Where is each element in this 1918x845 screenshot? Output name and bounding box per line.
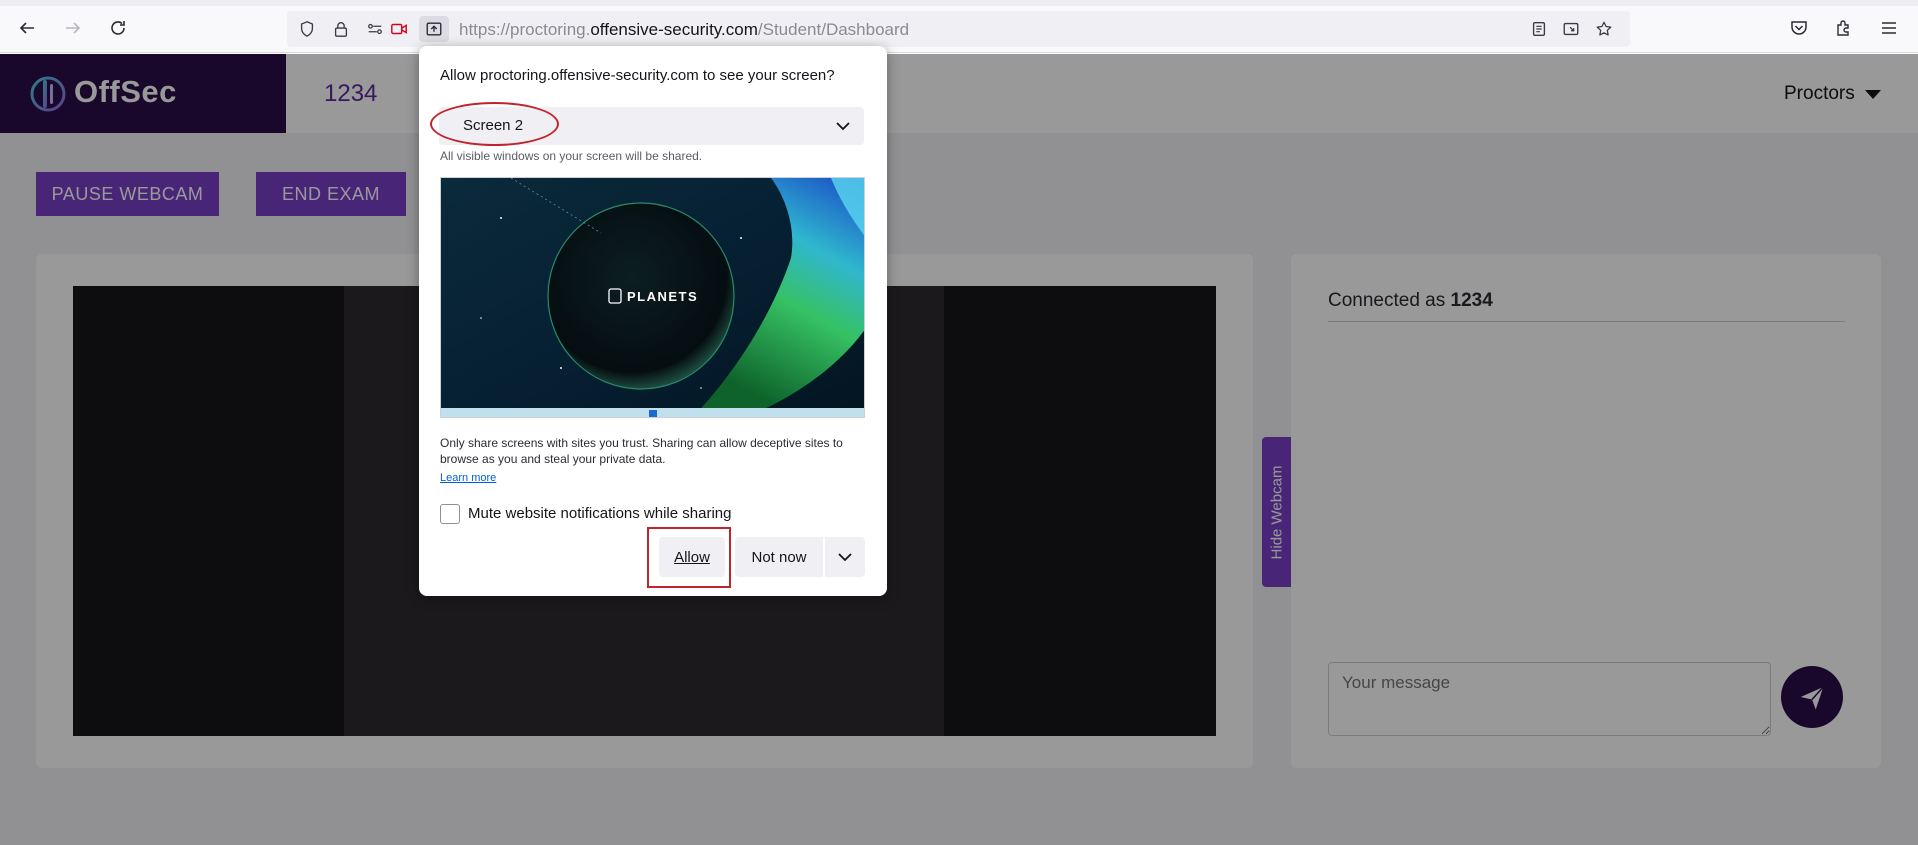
menu-icon[interactable] bbox=[1875, 14, 1903, 42]
chevron-down-icon bbox=[836, 122, 850, 131]
pocket-icon[interactable] bbox=[1785, 14, 1813, 42]
url-path: /Student/Dashboard bbox=[757, 20, 910, 39]
url-text[interactable]: https://proctoring.offensive-security.co… bbox=[459, 20, 909, 40]
warning-text: Only share screens with sites you trust.… bbox=[440, 436, 843, 466]
annotation-ellipse bbox=[430, 102, 559, 146]
reader-view-icon[interactable] bbox=[1529, 19, 1549, 39]
picture-in-picture-icon[interactable] bbox=[1561, 19, 1581, 39]
preview-brand: PLANETS bbox=[627, 289, 698, 304]
logo[interactable]: OffSec bbox=[0, 54, 286, 133]
logo-text: OffSec bbox=[74, 74, 177, 109]
send-icon bbox=[1800, 686, 1824, 710]
permissions-icon[interactable] bbox=[365, 19, 385, 39]
chevron-down-icon bbox=[838, 553, 852, 562]
connected-status: Connected as 1234 bbox=[1328, 290, 1493, 312]
tab-strip-edge bbox=[0, 0, 1918, 6]
forward-icon[interactable] bbox=[59, 14, 87, 42]
url-bar[interactable]: https://proctoring.offensive-security.co… bbox=[287, 11, 1630, 47]
more-options-button[interactable] bbox=[825, 537, 865, 577]
hide-webcam-tab[interactable]: Hide Webcam bbox=[1262, 437, 1292, 587]
camera-active-icon[interactable] bbox=[389, 19, 409, 39]
divider bbox=[1328, 321, 1845, 322]
browser-toolbar: https://proctoring.offensive-security.co… bbox=[0, 0, 1918, 53]
mute-notifications-checkbox[interactable] bbox=[440, 504, 460, 524]
planets-wallpaper-image: PLANETS bbox=[441, 178, 864, 417]
screen-share-dialog: Allow proctoring.offensive-security.com … bbox=[419, 46, 887, 596]
shield-icon[interactable] bbox=[297, 19, 317, 39]
hide-webcam-label: Hide Webcam bbox=[1268, 465, 1286, 559]
reload-icon[interactable] bbox=[104, 14, 132, 42]
end-exam-button[interactable]: END EXAM bbox=[256, 172, 406, 216]
bookmark-star-icon[interactable] bbox=[1594, 19, 1614, 39]
back-icon[interactable] bbox=[13, 14, 41, 42]
connected-prefix: Connected as bbox=[1328, 290, 1451, 311]
extensions-icon[interactable] bbox=[1830, 14, 1858, 42]
allow-button[interactable]: Allow bbox=[659, 537, 725, 577]
screen-preview: PLANETS bbox=[440, 177, 865, 418]
page: OffSec 1234 Proctors PAUSE WEBCAM END EX… bbox=[0, 54, 1918, 845]
dialog-title: Allow proctoring.offensive-security.com … bbox=[440, 67, 835, 84]
learn-more-link[interactable]: Learn more bbox=[440, 472, 496, 484]
pause-webcam-button[interactable]: PAUSE WEBCAM bbox=[36, 172, 219, 216]
connected-user: 1234 bbox=[1450, 290, 1493, 311]
caret-down-icon bbox=[1864, 89, 1881, 99]
not-now-button[interactable]: Not now bbox=[735, 537, 823, 577]
dashboard-content: PAUSE WEBCAM END EXAM Hide Webcam Connec… bbox=[0, 133, 1918, 845]
lock-icon[interactable] bbox=[331, 19, 351, 39]
mute-notifications-label[interactable]: Mute website notifications while sharing bbox=[468, 505, 731, 522]
offsec-logo-icon bbox=[30, 76, 66, 112]
message-input[interactable] bbox=[1328, 662, 1771, 736]
proctors-menu[interactable]: Proctors bbox=[1784, 83, 1881, 105]
proctors-label: Proctors bbox=[1784, 83, 1855, 104]
url-domain: offensive-security.com bbox=[590, 20, 758, 39]
send-button[interactable] bbox=[1781, 666, 1843, 728]
site-header: OffSec 1234 Proctors bbox=[0, 54, 1918, 133]
screen-share-icon[interactable] bbox=[419, 16, 449, 42]
url-prefix: https://proctoring. bbox=[459, 20, 591, 39]
share-hint: All visible windows on your screen will … bbox=[440, 149, 703, 163]
header-id: 1234 bbox=[324, 80, 378, 107]
chat-card: Connected as 1234 bbox=[1291, 254, 1881, 768]
